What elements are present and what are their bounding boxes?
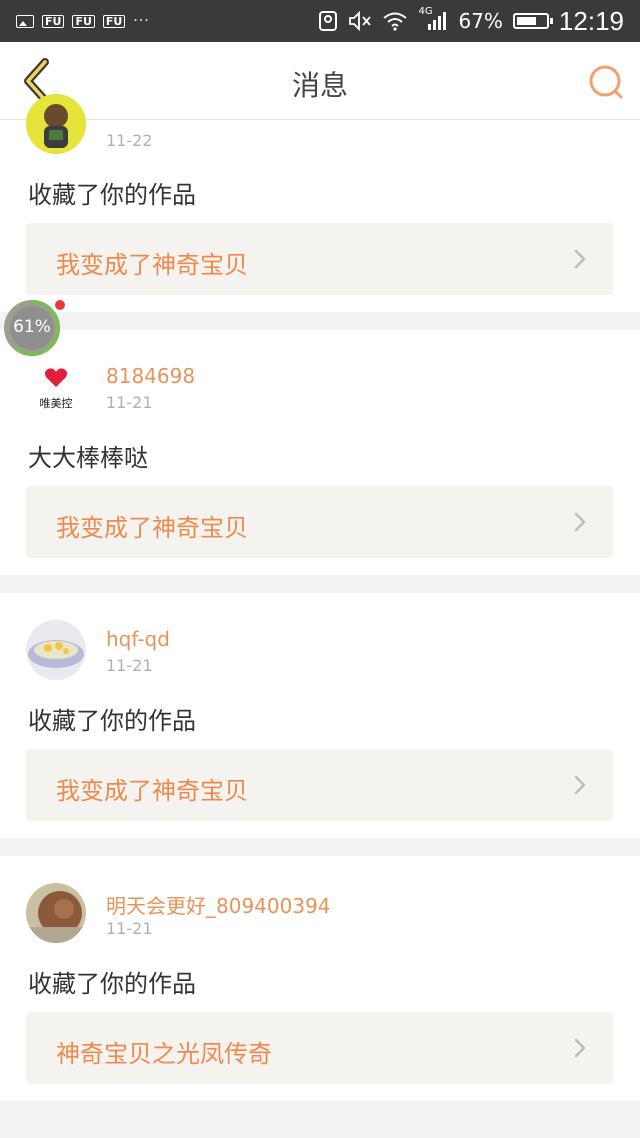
- chevron-right-icon: [574, 1038, 586, 1058]
- work-link[interactable]: 我变成了神奇宝贝: [26, 486, 613, 558]
- message-card[interactable]: 11-22 收藏了你的作品 我变成了神奇宝贝: [0, 94, 640, 312]
- wifi-icon: [383, 12, 408, 31]
- location-icon: [319, 11, 338, 31]
- message-date: 11-22: [106, 131, 153, 150]
- clock: 12:19: [558, 5, 624, 36]
- username[interactable]: 明天会更好_809400394: [106, 890, 331, 919]
- battery-icon: [512, 13, 553, 29]
- notification-tag: FU: [72, 14, 95, 28]
- avatar-label: 唯美控: [39, 397, 73, 410]
- status-bar: FU FU FU ··· 4G 67% 12:19: [0, 0, 640, 42]
- notification-tag: FU: [42, 14, 65, 28]
- user-avatar[interactable]: 唯美控: [26, 355, 86, 415]
- message-text: 收藏了你的作品: [28, 970, 196, 998]
- work-title: 我变成了神奇宝贝: [56, 777, 248, 805]
- search-button[interactable]: [588, 64, 624, 100]
- message-date: 11-21: [106, 919, 153, 938]
- username[interactable]: hqf-qd: [106, 627, 170, 651]
- gallery-notification-icon: [16, 14, 34, 28]
- work-title: 我变成了神奇宝贝: [56, 514, 248, 542]
- cellular-signal-icon: 4G: [418, 6, 448, 32]
- work-title: 神奇宝贝之光凤传奇: [56, 1040, 272, 1068]
- memory-boost-ball[interactable]: 61%: [2, 298, 65, 358]
- chevron-right-icon: [574, 512, 586, 532]
- message-text: 大大棒棒哒: [28, 444, 148, 472]
- work-link[interactable]: 我变成了神奇宝贝: [26, 749, 613, 821]
- message-date: 11-21: [106, 656, 153, 675]
- notification-tag: FU: [102, 14, 126, 28]
- user-avatar[interactable]: [26, 94, 86, 154]
- user-avatar[interactable]: [26, 883, 86, 943]
- message-card[interactable]: 唯美控 8184698 11-21 大大棒棒哒 我变成了神奇宝贝: [0, 330, 640, 575]
- chevron-right-icon: [574, 775, 586, 795]
- notification-dot: [55, 300, 65, 310]
- mute-icon: [349, 11, 372, 31]
- chevron-right-icon: [574, 249, 586, 269]
- user-avatar[interactable]: [26, 620, 86, 680]
- message-date: 11-21: [106, 393, 153, 412]
- username[interactable]: 8184698: [106, 364, 195, 388]
- work-link[interactable]: 我变成了神奇宝贝: [26, 223, 613, 295]
- work-title: 我变成了神奇宝贝: [56, 251, 248, 279]
- message-card[interactable]: hqf-qd 11-21 收藏了你的作品 我变成了神奇宝贝: [0, 593, 640, 838]
- message-text: 收藏了你的作品: [28, 707, 196, 735]
- message-card[interactable]: 明天会更好_809400394 11-21 收藏了你的作品 神奇宝贝之光凤传奇: [0, 856, 640, 1101]
- progress-label: 61%: [13, 317, 51, 337]
- page-title: 消息: [291, 69, 348, 102]
- message-text: 收藏了你的作品: [28, 181, 196, 209]
- more-notifications-indicator: ···: [133, 13, 150, 29]
- work-link[interactable]: 神奇宝贝之光凤传奇: [26, 1012, 613, 1084]
- app-header: 消息: [0, 42, 640, 120]
- battery-percent: 67%: [458, 9, 503, 33]
